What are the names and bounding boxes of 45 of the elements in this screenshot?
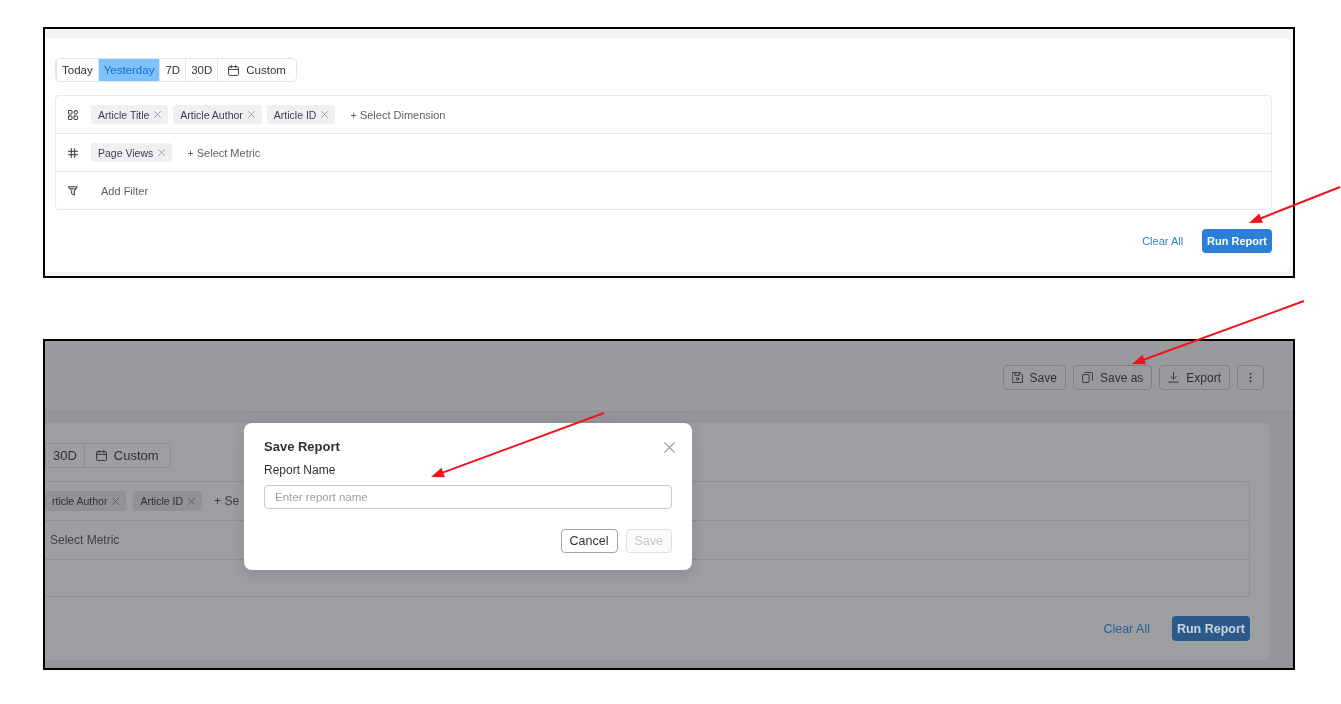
calendar-icon bbox=[95, 450, 107, 461]
add-link[interactable]: + Select Dimension bbox=[340, 108, 456, 121]
vertical-dots-icon bbox=[1249, 372, 1252, 383]
date-range-tab[interactable]: 30D bbox=[45, 444, 84, 467]
field-label: Report Name bbox=[264, 463, 336, 477]
copy-icon bbox=[1081, 372, 1093, 383]
close-icon[interactable] bbox=[158, 149, 166, 156]
date-range-tab[interactable]: 7D bbox=[159, 59, 186, 81]
date-range-tab[interactable]: 30D bbox=[185, 59, 218, 81]
tag-label: Article Author bbox=[180, 108, 243, 121]
date-range-tab[interactable]: Today bbox=[56, 59, 98, 81]
filter-icon bbox=[68, 185, 78, 196]
tag-label: Article ID bbox=[273, 108, 317, 121]
clear-all-link[interactable]: Clear All bbox=[1142, 235, 1184, 247]
tag-label: Article Title bbox=[98, 108, 150, 121]
close-icon[interactable] bbox=[154, 111, 162, 118]
add-link[interactable]: Select Metric bbox=[45, 533, 125, 547]
cancel-button[interactable]: Cancel bbox=[560, 529, 618, 553]
report-name-input[interactable]: Enter report name bbox=[264, 485, 672, 509]
save-as-button[interactable]: Save as bbox=[1072, 365, 1153, 390]
close-icon[interactable] bbox=[112, 497, 120, 505]
add-link[interactable]: + Select Metric bbox=[177, 146, 271, 159]
download-icon bbox=[1168, 372, 1180, 383]
save-button[interactable]: Save bbox=[1002, 365, 1066, 390]
close-icon[interactable] bbox=[188, 497, 196, 505]
run-report-button[interactable]: Run Report bbox=[1202, 229, 1272, 253]
grid-icon bbox=[68, 109, 78, 120]
calendar-icon bbox=[228, 64, 240, 76]
close-icon[interactable] bbox=[664, 441, 675, 453]
close-icon[interactable] bbox=[321, 111, 329, 118]
more-button[interactable] bbox=[1237, 365, 1264, 390]
tag-label: rticle Author bbox=[52, 495, 108, 507]
tag-label: Article ID bbox=[140, 495, 184, 507]
dialog-title: Save Report bbox=[264, 439, 340, 455]
date-range-tab[interactable]: Custom bbox=[83, 444, 170, 467]
run-report-button[interactable]: Run Report bbox=[1171, 616, 1250, 641]
date-range-tab[interactable]: Custom bbox=[217, 59, 296, 81]
export-button[interactable]: Export bbox=[1159, 365, 1230, 390]
date-range-tab[interactable]: Yesterday bbox=[97, 59, 160, 81]
add-link[interactable]: + Se bbox=[209, 494, 245, 508]
clear-all-link[interactable]: Clear All bbox=[1103, 621, 1150, 636]
tag-label: Page Views bbox=[98, 146, 154, 159]
add-link[interactable]: Add Filter bbox=[91, 184, 159, 197]
hash-icon bbox=[68, 147, 78, 158]
close-icon[interactable] bbox=[247, 111, 255, 118]
